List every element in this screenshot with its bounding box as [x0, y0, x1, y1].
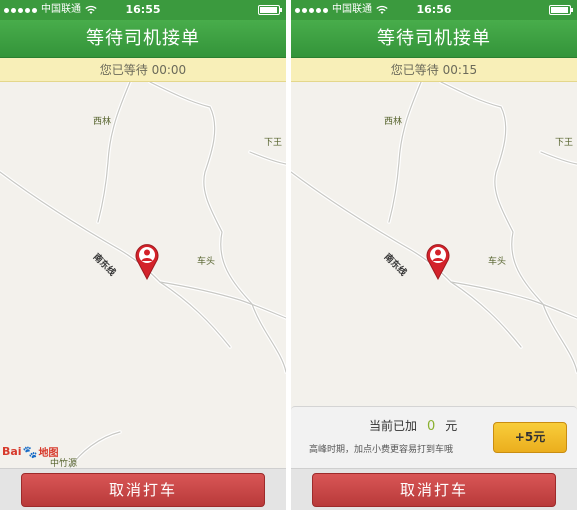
wait-timer: 您已等待 00:15 — [291, 58, 577, 82]
map-view[interactable]: 西林 下王 车头 南东线 中竹源 Bai 🐾 地图 — [0, 82, 286, 469]
tip-summary: 当前已加 0 元 — [369, 417, 457, 434]
status-bar: 中国联通 16:55 — [0, 0, 286, 20]
tip-unit-label: 元 — [445, 419, 458, 433]
left-screen: 中国联通 16:55 等待司机接单 您已等待 00:00 西林 下王 车头 南东… — [0, 0, 286, 510]
tip-amount: 0 — [427, 419, 436, 434]
right-screen: 中国联通 16:56 等待司机接单 您已等待 00:15 西林 下王 车头 南东… — [291, 0, 577, 510]
map-label-chetou: 车头 — [488, 257, 507, 267]
tip-panel: 当前已加 0 元 高峰时期，加点小费更容易打到车哦 +5元 — [291, 406, 577, 468]
add-5-yuan-button[interactable]: +5元 — [493, 422, 567, 453]
status-time: 16:55 — [125, 3, 161, 16]
map-label-xiawang: 下王 — [264, 138, 283, 148]
page-title: 等待司机接单 — [291, 20, 577, 58]
baidu-map-logo: Bai 🐾 地图 — [2, 444, 59, 460]
location-pin-icon — [135, 244, 159, 280]
bottom-bar: 取消打车 — [291, 468, 577, 510]
paw-icon: 🐾 — [22, 444, 38, 459]
map-label-xilin: 西林 — [384, 117, 403, 127]
cancel-ride-button[interactable]: 取消打车 — [21, 473, 265, 507]
map-view[interactable]: 西林 下王 车头 南东线 当前已加 0 元 高峰时期，加点小费更容易打到车哦 +… — [291, 82, 577, 468]
tip-hint: 高峰时期，加点小费更容易打到车哦 — [309, 445, 454, 455]
map-label-chetou: 车头 — [197, 257, 216, 267]
status-bar: 中国联通 16:56 — [291, 0, 577, 20]
battery-icon — [258, 5, 282, 15]
battery-icon — [549, 5, 573, 15]
map-label-xiawang: 下王 — [555, 138, 574, 148]
map-label-xilin: 西林 — [93, 117, 112, 127]
wait-timer: 您已等待 00:00 — [0, 58, 286, 82]
cancel-ride-button[interactable]: 取消打车 — [312, 473, 556, 507]
location-pin-icon — [426, 244, 450, 280]
page-title: 等待司机接单 — [0, 20, 286, 58]
status-time: 16:56 — [416, 3, 452, 16]
bottom-bar: 取消打车 — [0, 468, 286, 510]
tip-prefix-label: 当前已加 — [369, 419, 418, 433]
